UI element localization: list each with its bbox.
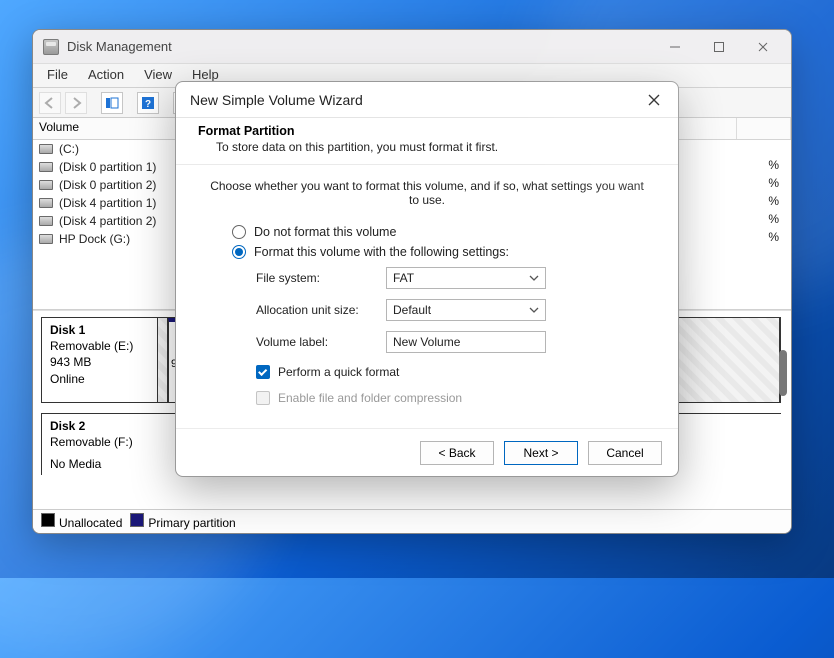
dm-titlebar: Disk Management [33, 30, 791, 64]
allocation-unit-value: Default [393, 303, 431, 317]
menu-file[interactable]: File [37, 64, 78, 87]
label-file-system: File system: [256, 271, 386, 285]
disk-removable: Removable (F:) [50, 434, 150, 450]
volume-name: (Disk 4 partition 2) [59, 214, 156, 228]
legend-swatch-unallocated [41, 513, 55, 527]
disk-icon [39, 144, 53, 154]
button-label: < Back [438, 446, 475, 460]
legend-swatch-primary [130, 513, 144, 527]
volume-name: (Disk 0 partition 2) [59, 178, 156, 192]
allocation-unit-select[interactable]: Default [386, 299, 546, 321]
volume-name: (Disk 0 partition 1) [59, 160, 156, 174]
free-value: % [768, 230, 779, 248]
disk1-label: Disk 1 Removable (E:) 943 MB Online [42, 318, 158, 402]
label-volume-label: Volume label: [256, 335, 386, 349]
volume-label-value: New Volume [393, 335, 460, 349]
legend-primary: Primary partition [148, 516, 235, 530]
wizard-description: Choose whether you want to format this v… [208, 179, 646, 207]
volume-name: (Disk 4 partition 1) [59, 196, 156, 210]
toolbar-showhide-button[interactable] [101, 92, 123, 114]
compression-row: Enable file and folder compression [256, 391, 646, 405]
toolbar-help-button[interactable]: ? [137, 92, 159, 114]
dm-close-button[interactable] [741, 33, 785, 61]
wizard-close-button[interactable] [634, 86, 674, 114]
legend-unallocated: Unallocated [59, 516, 122, 530]
button-label: Cancel [606, 446, 643, 460]
volume-name: (C:) [59, 142, 79, 156]
option-label: Do not format this volume [254, 225, 396, 239]
wizard-header: Format Partition To store data on this p… [176, 118, 678, 165]
disk-management-app-icon [43, 39, 59, 55]
disk-media: No Media [50, 456, 150, 472]
wizard-titlebar: New Simple Volume Wizard [176, 82, 678, 118]
next-button[interactable]: Next > [504, 441, 578, 465]
checkbox-label: Perform a quick format [278, 365, 399, 379]
disk-name: Disk 2 [50, 418, 150, 434]
toolbar-back-button[interactable] [39, 92, 61, 114]
quick-format-row[interactable]: Perform a quick format [256, 365, 646, 379]
option-do-not-format[interactable]: Do not format this volume [232, 225, 646, 239]
volume-name: HP Dock (G:) [59, 232, 130, 246]
free-value: % [768, 212, 779, 230]
menu-view[interactable]: View [134, 64, 182, 87]
checkbox-enable-compression [256, 391, 270, 405]
free-space-column: % % % % % [768, 158, 779, 248]
radio-do-not-format[interactable] [232, 225, 246, 239]
disk2-label: Disk 2 Removable (F:) No Media [42, 414, 158, 475]
partition-gap[interactable] [158, 318, 168, 402]
disk-icon [39, 162, 53, 172]
disk-icon [39, 198, 53, 208]
option-format-with-settings[interactable]: Format this volume with the following se… [232, 245, 646, 259]
radio-format-with-settings[interactable] [232, 245, 246, 259]
disk-icon [39, 180, 53, 190]
chevron-down-icon [529, 305, 539, 315]
button-label: Next > [523, 446, 558, 460]
file-system-select[interactable]: FAT [386, 267, 546, 289]
free-value: % [768, 158, 779, 176]
wizard-heading: Format Partition [198, 124, 656, 138]
volume-label-input[interactable]: New Volume [386, 331, 546, 353]
format-settings-form: File system: FAT Allocation unit size: D… [256, 267, 646, 353]
dm-scrollbar-thumb[interactable] [779, 350, 787, 396]
label-allocation-unit: Allocation unit size: [256, 303, 386, 317]
chevron-down-icon [529, 273, 539, 283]
disk-capacity: 943 MB [50, 354, 149, 370]
menu-action[interactable]: Action [78, 64, 134, 87]
disk-name: Disk 1 [50, 322, 149, 338]
dm-statusbar: Unallocated Primary partition [33, 509, 791, 533]
disk-icon [39, 216, 53, 226]
new-simple-volume-wizard: New Simple Volume Wizard Format Partitio… [175, 81, 679, 477]
wizard-subheading: To store data on this partition, you mus… [198, 138, 656, 154]
dm-maximize-button[interactable] [697, 33, 741, 61]
free-value: % [768, 176, 779, 194]
wizard-title: New Simple Volume Wizard [190, 92, 634, 108]
dm-minimize-button[interactable] [653, 33, 697, 61]
checkbox-label: Enable file and folder compression [278, 391, 462, 405]
cancel-button[interactable]: Cancel [588, 441, 662, 465]
wizard-footer: < Back Next > Cancel [176, 428, 678, 476]
free-value: % [768, 194, 779, 212]
dm-title: Disk Management [67, 39, 653, 54]
option-label: Format this volume with the following se… [254, 245, 509, 259]
wizard-body: Choose whether you want to format this v… [176, 165, 678, 428]
svg-text:?: ? [145, 99, 151, 110]
checkbox-quick-format[interactable] [256, 365, 270, 379]
disk-icon [39, 234, 53, 244]
back-button[interactable]: < Back [420, 441, 494, 465]
disk-state: Online [50, 371, 149, 387]
file-system-value: FAT [393, 271, 414, 285]
toolbar-forward-button[interactable] [65, 92, 87, 114]
col-free[interactable]: ee [657, 118, 737, 139]
col-extra[interactable] [737, 118, 791, 139]
disk-removable: Removable (E:) [50, 338, 149, 354]
